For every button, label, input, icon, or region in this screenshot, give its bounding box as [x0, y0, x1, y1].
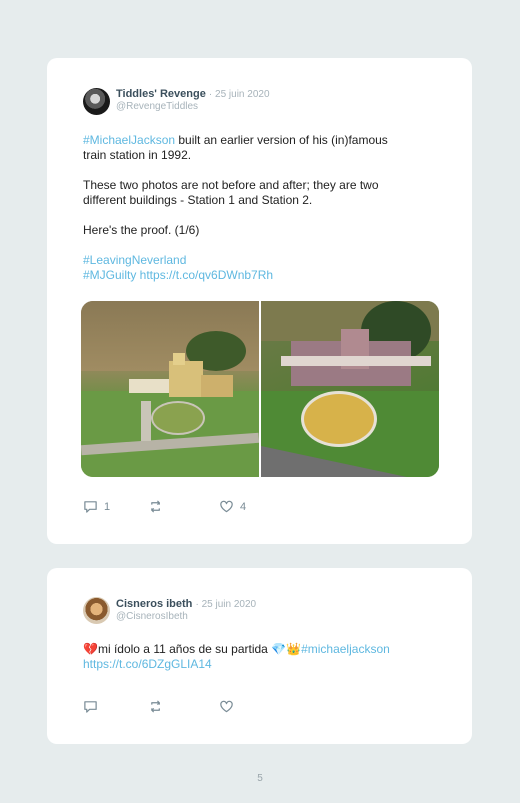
hashtag-link[interactable]: #MJGuilty [83, 268, 136, 282]
page-number: 5 [257, 773, 263, 784]
tweet-card: Cisneros ibeth · 25 juin 2020 @CisnerosI… [47, 568, 472, 744]
like-button[interactable]: 4 [219, 499, 246, 514]
avatar[interactable] [83, 88, 110, 115]
author-line: Cisneros ibeth · 25 juin 2020 [116, 598, 256, 610]
author-name[interactable]: Tiddles' Revenge [116, 88, 206, 100]
tweet-text-line: mi ídolo a 11 años de su partida [97, 642, 272, 656]
retweet-button[interactable] [149, 499, 164, 514]
tweet-text: #MichaelJackson built an earlier version… [83, 133, 443, 283]
broken-heart-emoji: 💔 [83, 642, 98, 656]
tweet-actions [83, 699, 283, 715]
hashtag-link[interactable]: #MichaelJackson [83, 133, 175, 147]
tweet-text-line: These two photos are not before and afte… [83, 178, 379, 192]
url-link[interactable]: https://t.co/6DZgGLIA14 [83, 657, 212, 671]
gem-crown-emoji: 💎👑 [271, 642, 302, 656]
photo-station-1[interactable] [81, 301, 259, 477]
heart-icon [220, 700, 233, 713]
tweet-card: Tiddles' Revenge · 25 juin 2020 @Revenge… [47, 58, 472, 544]
tweet-text-line: Here's the proof. (1/6) [83, 223, 200, 237]
author-handle[interactable]: @CisnerosIbeth [116, 611, 188, 622]
retweet-icon [151, 700, 160, 713]
retweet-icon [151, 500, 160, 513]
like-count: 4 [240, 500, 247, 513]
url-link[interactable]: https://t.co/qv6DWnb7Rh [136, 268, 273, 282]
tweet-text-line: built an earlier version of his (in)famo… [175, 133, 388, 147]
reply-button[interactable] [83, 699, 98, 714]
retweet-button[interactable] [149, 699, 164, 714]
author-handle[interactable]: @RevengeTiddles [116, 101, 198, 112]
reply-count: 1 [104, 500, 111, 513]
hashtag-link[interactable]: #michaeljackson [301, 642, 390, 656]
tweet-text: 💔mi ídolo a 11 años de su partida 💎👑#mic… [83, 642, 443, 672]
avatar[interactable] [83, 597, 110, 624]
reply-button[interactable]: 1 [83, 499, 110, 514]
tweet-date: · 25 juin 2020 [208, 89, 270, 100]
author-name[interactable]: Cisneros ibeth [116, 598, 192, 610]
media-gallery [81, 301, 439, 477]
tweet-text-line: different buildings - Station 1 and Stat… [83, 193, 313, 207]
tweet-date: · 25 juin 2020 [195, 599, 257, 610]
like-button[interactable] [219, 699, 234, 714]
tweet-text-line: train station in 1992. [83, 148, 192, 162]
heart-icon [220, 500, 233, 513]
reply-icon [84, 701, 97, 713]
hashtag-link[interactable]: #LeavingNeverland [83, 253, 186, 267]
photo-station-2[interactable] [261, 301, 439, 477]
tweet-actions: 1 4 [83, 499, 283, 515]
author-line: Tiddles' Revenge · 25 juin 2020 [116, 88, 270, 100]
reply-icon [84, 501, 97, 513]
